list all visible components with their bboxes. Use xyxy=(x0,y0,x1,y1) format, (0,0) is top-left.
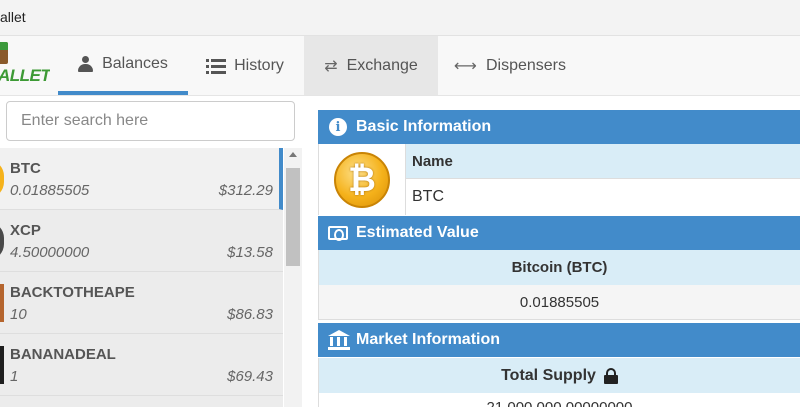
scrollbar-thumb[interactable] xyxy=(286,168,300,266)
estimated-value-amount: 0.01885505 xyxy=(318,285,800,320)
tab-dispensers[interactable]: ⟷ Dispensers xyxy=(440,36,580,95)
asset-details-panel: i Basic Information ₿ Name BTC Estimated… xyxy=(318,110,800,407)
list-icon xyxy=(206,58,227,74)
asset-image-cell: ₿ xyxy=(319,144,406,215)
section-title: Market Information xyxy=(356,331,501,348)
tab-history-label: History xyxy=(234,56,284,74)
bitcoin-coin-icon: ₿ xyxy=(334,151,390,208)
tab-exchange-label: Exchange xyxy=(346,56,418,74)
total-supply-row-value: 21,000,000.00000000 xyxy=(318,393,800,407)
basic-information-header: i Basic Information xyxy=(318,110,800,144)
asset-name: BACKTOTHEAPE xyxy=(10,284,135,301)
asset-avatar xyxy=(0,284,4,322)
asset-list: BTC 0.01885505 $312.29 XCP 4.50000000 $1… xyxy=(0,148,283,407)
total-supply-row: Total Supply xyxy=(318,358,800,393)
asset-name: BANANADEAL xyxy=(10,346,116,363)
asset-avatar xyxy=(0,346,4,384)
arrows-horizontal-icon: ⟷ xyxy=(454,57,477,75)
bank-icon xyxy=(328,330,350,350)
total-supply-label: Total Supply xyxy=(501,366,596,384)
asset-item-bananadeal[interactable]: BANANADEAL 1 $69.43 xyxy=(0,334,283,396)
info-circle-icon: i xyxy=(329,118,347,136)
market-information-header: Market Information xyxy=(318,323,800,357)
exchange-icon: ⇄ xyxy=(324,57,338,75)
window-title: allet xyxy=(0,9,26,25)
lock-icon xyxy=(603,367,618,384)
asset-quantity: 4.50000000 xyxy=(10,244,90,261)
basic-information-table: ₿ Name BTC xyxy=(318,144,800,215)
estimated-value-header: Estimated Value xyxy=(318,216,800,250)
user-icon xyxy=(78,55,94,72)
money-icon xyxy=(328,226,348,241)
logo-cube-icon xyxy=(0,42,8,64)
logo-text: ALLET xyxy=(0,66,50,85)
section-title: Basic Information xyxy=(356,118,492,135)
asset-quantity: 10 xyxy=(10,306,27,323)
tab-dispensers-label: Dispensers xyxy=(485,56,566,74)
asset-avatar xyxy=(0,160,4,198)
tab-balances-label: Balances xyxy=(102,54,168,72)
asset-value: $86.83 xyxy=(227,306,273,323)
search-input[interactable] xyxy=(6,101,295,141)
asset-item-backtotheape[interactable]: BACKTOTHEAPE 10 $86.83 xyxy=(0,272,283,334)
name-label: Name xyxy=(406,144,800,179)
title-bar: allet xyxy=(0,0,800,36)
scroll-up-icon[interactable] xyxy=(289,152,297,157)
name-value: BTC xyxy=(406,179,800,215)
asset-item-btc[interactable]: BTC 0.01885505 $312.29 xyxy=(0,148,283,210)
tab-exchange[interactable]: ⇄ Exchange xyxy=(304,36,438,95)
estimated-value-label: Bitcoin (BTC) xyxy=(318,250,800,285)
asset-quantity: 1 xyxy=(10,368,19,385)
total-supply-value: 21,000,000.00000000 xyxy=(319,399,800,407)
asset-value: $312.29 xyxy=(218,182,273,199)
asset-name: XCP xyxy=(10,222,41,239)
asset-value: $69.43 xyxy=(227,368,273,385)
sidebar: BTC 0.01885505 $312.29 XCP 4.50000000 $1… xyxy=(0,97,302,407)
asset-item-xcp[interactable]: XCP 4.50000000 $13.58 xyxy=(0,210,283,272)
asset-avatar xyxy=(0,222,4,260)
top-navigation: ALLET Balances History ⇄ Exchange ⟷ Disp… xyxy=(0,36,800,96)
section-title: Estimated Value xyxy=(356,224,479,241)
asset-name: BTC xyxy=(10,160,41,177)
asset-quantity: 0.01885505 xyxy=(10,182,90,199)
asset-item-partial[interactable] xyxy=(0,396,283,407)
tab-balances[interactable]: Balances xyxy=(58,36,188,95)
wallet-logo[interactable]: ALLET xyxy=(0,36,50,96)
tab-history[interactable]: History xyxy=(190,36,300,95)
asset-list-scrollbar[interactable] xyxy=(284,148,302,407)
asset-value: $13.58 xyxy=(227,244,273,261)
